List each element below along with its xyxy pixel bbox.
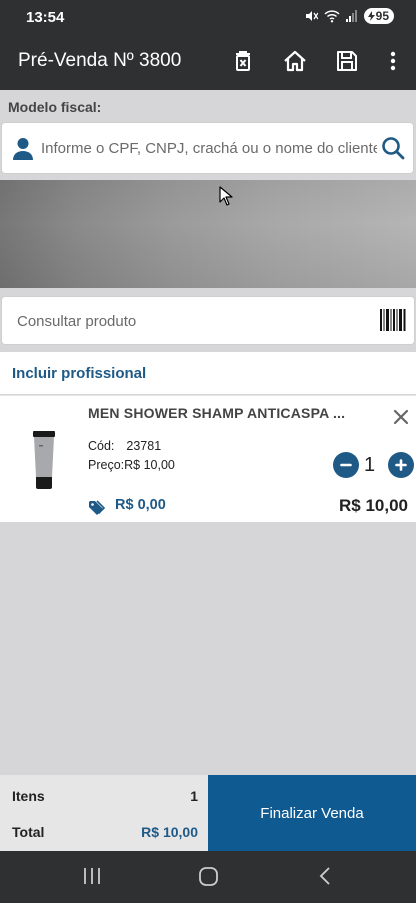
barcode-icon[interactable]: [380, 309, 406, 331]
quantity-increase-button[interactable]: [388, 452, 414, 478]
quantity-decrease-button[interactable]: [333, 452, 359, 478]
order-summary: Itens 1 Total R$ 10,00: [0, 775, 208, 851]
home-icon: [284, 50, 306, 72]
page-title: Pré-Venda Nº 3800: [18, 50, 182, 71]
summary-total-row: Total R$ 10,00: [12, 824, 198, 840]
home-nav-icon[interactable]: [199, 867, 218, 886]
recent-apps-icon[interactable]: [83, 867, 101, 885]
items-label: Itens: [12, 788, 45, 804]
signal-icon: [345, 10, 357, 22]
close-icon[interactable]: [392, 408, 410, 426]
discount-tag-icon[interactable]: [88, 500, 106, 516]
battery-indicator: 95: [363, 8, 394, 24]
item-total: R$ 10,00: [339, 496, 408, 515]
person-icon: [13, 138, 33, 160]
incluir-profissional-link[interactable]: Incluir profissional: [12, 365, 146, 382]
wifi-icon: [324, 9, 340, 22]
incluir-profissional-row: Incluir profissional: [0, 352, 416, 394]
home-button[interactable]: [280, 46, 310, 76]
summary-items-row: Itens 1: [12, 788, 198, 804]
more-vertical-icon: [390, 51, 396, 71]
camera-preview: [0, 180, 416, 288]
total-label: Total: [12, 824, 45, 840]
screen: 13:54 95 Pré-Venda Nº 3800 Modelo fiscal…: [0, 0, 416, 903]
app-bar: Pré-Venda Nº 3800: [0, 36, 416, 90]
customer-search-input[interactable]: [41, 133, 377, 163]
mute-icon: [305, 11, 318, 21]
plus-icon: [395, 459, 407, 471]
delete-sale-icon: [236, 51, 250, 71]
status-bar: 13:54 95: [0, 0, 416, 36]
fiscal-model-label: Modelo fiscal:: [8, 99, 102, 115]
status-icons: 95: [304, 8, 394, 24]
system-nav-bar: [0, 851, 416, 903]
items-count: 1: [190, 788, 198, 804]
back-icon[interactable]: [318, 867, 332, 885]
more-options-button[interactable]: [378, 46, 408, 76]
total-value: R$ 10,00: [141, 824, 198, 840]
minus-icon: [340, 463, 352, 467]
save-icon: [337, 51, 357, 71]
product-search-input[interactable]: [17, 307, 357, 335]
status-time: 13:54: [26, 9, 65, 26]
customer-field[interactable]: [1, 122, 414, 174]
item-code-label: Cód:: [88, 439, 115, 453]
save-button[interactable]: [332, 46, 362, 76]
quantity-value: 1: [364, 454, 376, 476]
product-image: [33, 431, 55, 489]
battery-level: 95: [375, 9, 389, 23]
cart-item: MEN SHOWER SHAMP ANTICASPA ... Cód: 23781…: [0, 395, 416, 522]
item-name: MEN SHOWER SHAMP ANTICASPA ...: [88, 405, 346, 421]
item-code: Cód: 23781: [88, 439, 161, 453]
item-code-value: 23781: [126, 439, 162, 453]
finalize-sale-button[interactable]: Finalizar Venda: [208, 775, 416, 851]
mouse-cursor-icon: [219, 186, 233, 206]
delete-sale-button[interactable]: [228, 46, 258, 76]
item-unit-price: Preço:R$ 10,00: [88, 458, 175, 472]
search-icon[interactable]: [381, 136, 405, 160]
bolt-icon: [367, 11, 375, 21]
item-discount[interactable]: R$ 0,00: [115, 497, 166, 513]
product-search-field[interactable]: [1, 296, 415, 345]
